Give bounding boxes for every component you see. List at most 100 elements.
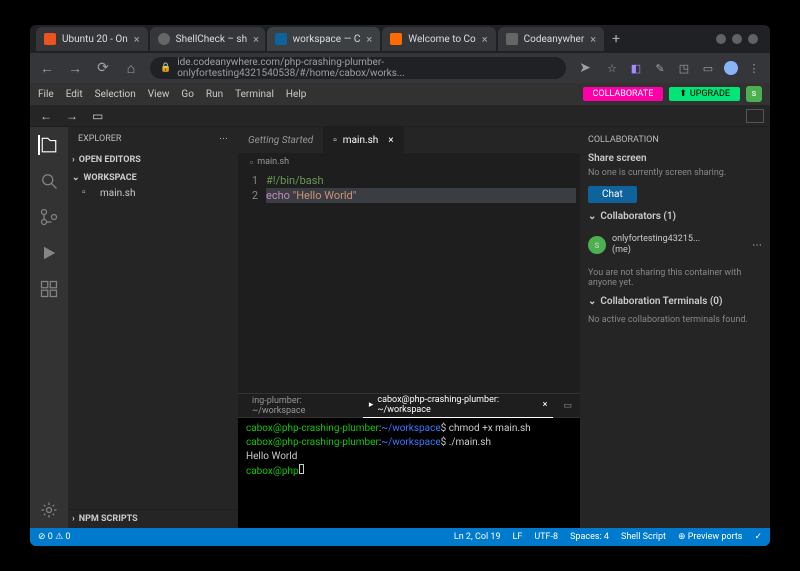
browser-tab[interactable]: ShellCheck – sh× [150, 27, 265, 51]
more-icon[interactable]: ⋯ [219, 134, 228, 144]
extension-icon[interactable]: ▭ [700, 60, 716, 76]
close-window-icon[interactable] [748, 34, 758, 44]
share-icon[interactable]: ➤ [576, 59, 594, 77]
breadcrumb[interactable]: ▫main.sh [238, 153, 580, 171]
terminal-panel: ing-plumber: ~/workspace ▸cabox@php-cras… [238, 393, 580, 528]
user-avatar[interactable]: s [746, 86, 762, 102]
indent-status[interactable]: Spaces: 4 [570, 532, 609, 542]
chat-button[interactable]: Chat [588, 186, 637, 203]
source-control-icon[interactable] [39, 207, 59, 227]
eol-status[interactable]: LF [513, 532, 523, 542]
collaboration-panel: COLLABORATION Share screen No one is cur… [580, 127, 770, 528]
collab-terminals-section[interactable]: ⌄Collaboration Terminals (0) [588, 296, 762, 307]
star-icon[interactable]: ☆ [604, 60, 620, 76]
panel-toggle-icon[interactable]: ▭ [563, 401, 572, 411]
npm-scripts-section[interactable]: ›NPM SCRIPTS [68, 512, 238, 526]
menu-run[interactable]: Run [206, 89, 223, 100]
forward-button[interactable]: → [66, 59, 84, 77]
run-debug-icon[interactable] [39, 243, 59, 263]
menu-help[interactable]: Help [286, 89, 306, 100]
preview-ports[interactable]: ⊕ Preview ports [678, 532, 743, 542]
url-input[interactable]: 🔒 ide.codeanywhere.com/php-crashing-plum… [150, 57, 566, 79]
problems-status[interactable]: ⊘ 0 ⚠ 0 [38, 532, 70, 542]
close-icon[interactable]: × [134, 33, 140, 46]
collaborator-row: s onlyfortesting43215...(me) ⋯ [588, 230, 762, 260]
status-bar: ⊘ 0 ⚠ 0 Ln 2, Col 19 LF UTF-8 Spaces: 4 … [30, 528, 770, 546]
sidebar-toggle-icon[interactable]: ▭ [88, 109, 107, 123]
favicon-icon [44, 33, 56, 45]
terminal-output[interactable]: cabox@php-crashing-plumber:~/workspace$ … [238, 418, 580, 528]
editor-tab[interactable]: Getting Started [238, 127, 323, 153]
favicon-icon [506, 33, 518, 45]
terminal-tabs: ing-plumber: ~/workspace ▸cabox@php-cras… [238, 394, 580, 418]
address-bar: ← → ⟳ ⌂ 🔒 ide.codeanywhere.com/php-crash… [30, 53, 770, 83]
feedback-icon[interactable]: ✓ [754, 532, 762, 542]
collab-title: COLLABORATION [588, 135, 762, 145]
extension-icon[interactable]: ◧ [628, 60, 644, 76]
extensions-icon[interactable] [39, 279, 59, 299]
close-icon[interactable]: × [482, 33, 488, 46]
search-icon[interactable] [39, 171, 59, 191]
cursor-position[interactable]: Ln 2, Col 19 [454, 532, 501, 542]
browser-tab[interactable]: Welcome to Co× [382, 27, 495, 51]
extension-icon[interactable]: ✎ [652, 60, 668, 76]
chevron-down-icon: ⌄ [72, 173, 80, 183]
menu-file[interactable]: File [38, 89, 54, 100]
lock-icon: 🔒 [160, 63, 171, 73]
code-editor[interactable]: 12 #!/bin/bash echo "Hello World" [238, 171, 580, 393]
open-editors-section[interactable]: ›OPEN EDITORS [68, 153, 238, 167]
terminals-status: No active collaboration terminals found. [588, 315, 762, 325]
menu-view[interactable]: View [148, 89, 170, 100]
upgrade-button[interactable]: ⬆UPGRADE [669, 87, 740, 101]
profile-icon[interactable] [724, 61, 738, 75]
home-button[interactable]: ⌂ [122, 59, 140, 77]
collaborators-section[interactable]: ⌄Collaborators (1) [588, 211, 762, 222]
menu-selection[interactable]: Selection [95, 89, 136, 100]
cursor [299, 464, 304, 474]
terminal-tab[interactable]: ▸cabox@php-crashing-plumber: ~/workspace… [363, 393, 554, 418]
maximize-icon[interactable] [732, 34, 742, 44]
file-item[interactable]: ▫main.sh [68, 185, 238, 201]
terminal-tab[interactable]: ing-plumber: ~/workspace [246, 394, 353, 418]
back-button[interactable]: ← [38, 59, 56, 77]
settings-icon[interactable] [39, 500, 59, 520]
explorer-icon[interactable] [38, 135, 58, 155]
browser-tab[interactable]: Ubuntu 20 - On× [36, 27, 148, 51]
favicon-icon [275, 33, 287, 45]
explorer-header: EXPLORER ⋯ [68, 127, 238, 151]
close-icon[interactable]: × [388, 135, 393, 146]
user-avatar: s [588, 236, 606, 254]
nav-forward-icon[interactable]: → [62, 109, 82, 123]
share-status: No one is currently screen sharing. [588, 168, 762, 178]
menu-terminal[interactable]: Terminal [235, 89, 274, 100]
menu-go[interactable]: Go [181, 89, 194, 100]
close-icon[interactable]: × [543, 400, 548, 410]
reload-button[interactable]: ⟳ [94, 59, 112, 77]
minimize-icon[interactable] [716, 34, 726, 44]
editor-tab[interactable]: ▫main.sh× [323, 127, 403, 153]
editor-area: Getting Started ▫main.sh× ▫main.sh 12 #!… [238, 127, 580, 528]
browser-tab-strip: Ubuntu 20 - On× ShellCheck – sh× workspa… [30, 25, 770, 53]
close-icon[interactable]: × [253, 33, 259, 46]
user-name: onlyfortesting43215...(me) [612, 234, 700, 256]
menu-edit[interactable]: Edit [66, 89, 83, 100]
browser-window: Ubuntu 20 - On× ShellCheck – sh× workspa… [30, 25, 770, 546]
code-lines[interactable]: #!/bin/bash echo "Hello World" [266, 171, 580, 393]
more-icon[interactable]: ⋯ [752, 240, 762, 251]
new-tab-button[interactable]: + [606, 29, 626, 49]
language-status[interactable]: Shell Script [621, 532, 666, 542]
terminal-icon: ▸ [369, 400, 374, 410]
nav-back-icon[interactable]: ← [36, 109, 56, 123]
browser-tab[interactable]: workspace — C× [267, 27, 381, 51]
encoding-status[interactable]: UTF-8 [534, 532, 558, 542]
workspace-section[interactable]: ⌄WORKSPACE [68, 171, 238, 185]
collaborate-button[interactable]: COLLABORATE [583, 87, 664, 101]
sharing-status: You are not sharing this container with … [588, 268, 762, 288]
layout-toggle-icon[interactable] [746, 109, 764, 123]
menu-icon[interactable]: ⋮ [746, 60, 762, 76]
close-icon[interactable]: × [366, 33, 372, 46]
extension-icon[interactable]: ◳ [676, 60, 692, 76]
window-controls [716, 34, 764, 44]
close-icon[interactable]: × [590, 33, 596, 46]
browser-tab[interactable]: Codeanywher× [498, 27, 604, 51]
